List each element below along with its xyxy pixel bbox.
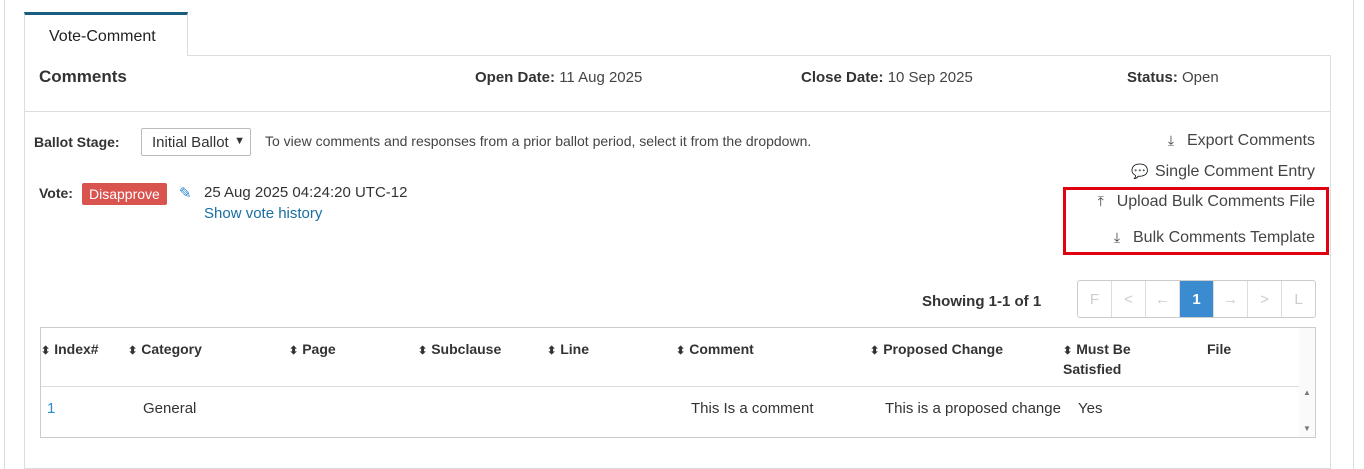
highlight-box bbox=[1063, 187, 1329, 255]
sort-icon: ⬍ bbox=[547, 345, 557, 357]
sort-icon: ⬍ bbox=[289, 345, 299, 357]
comments-table: ⬍ Index# ⬍ Category ⬍ Page ⬍ Subclause ⬍ Line… bbox=[40, 327, 1316, 438]
table-scrollbar[interactable]: ▲ ▼ bbox=[1299, 328, 1315, 437]
table-header: ⬍ Index# ⬍ Category ⬍ Page ⬍ Subclause ⬍ Line… bbox=[41, 328, 1299, 387]
row-category: General bbox=[143, 400, 197, 417]
page-prev-button[interactable]: < bbox=[1112, 281, 1146, 317]
page-first-button[interactable]: F bbox=[1078, 281, 1112, 317]
col-category[interactable]: ⬍ Category bbox=[128, 340, 202, 360]
col-comment[interactable]: ⬍ Comment bbox=[676, 340, 754, 360]
show-vote-history-link[interactable]: Show vote history bbox=[204, 205, 322, 222]
col-must-be-satisfied[interactable]: ⬍ Must Be Satisfied bbox=[1063, 340, 1173, 378]
open-date: Open Date: 11 Aug 2025 bbox=[475, 69, 643, 86]
col-line[interactable]: ⬍ Line bbox=[547, 340, 589, 360]
scroll-down-icon[interactable]: ▼ bbox=[1303, 424, 1311, 433]
page-last-button[interactable]: L bbox=[1282, 281, 1315, 317]
page-title: Comments bbox=[39, 67, 127, 86]
sort-icon: ⬍ bbox=[41, 345, 51, 357]
ballot-stage-value: Initial Ballot bbox=[152, 134, 229, 151]
tab-vote-comment[interactable]: Vote-Comment bbox=[24, 12, 188, 56]
ballot-stage-select[interactable]: Initial Ballot ▼ bbox=[141, 128, 251, 156]
scroll-up-icon[interactable]: ▲ bbox=[1303, 388, 1311, 397]
row-index-link[interactable]: 1 bbox=[47, 400, 55, 417]
tab-label: Vote-Comment bbox=[49, 28, 156, 45]
single-comment-entry-button[interactable]: 💬 Single Comment Entry bbox=[1131, 163, 1315, 181]
comment-icon: 💬 bbox=[1130, 163, 1149, 179]
arrow-right-icon[interactable]: → bbox=[1214, 281, 1248, 317]
chevron-down-icon: ▼ bbox=[234, 135, 245, 147]
col-subclause[interactable]: ⬍ Subclause bbox=[418, 340, 501, 360]
col-page[interactable]: ⬍ Page bbox=[289, 340, 336, 360]
comments-panel: Comments Open Date: 11 Aug 2025 Close Da… bbox=[24, 55, 1331, 469]
sort-icon: ⬍ bbox=[128, 345, 138, 357]
col-index[interactable]: ⬍ Index# bbox=[41, 340, 99, 360]
sort-icon: ⬍ bbox=[418, 345, 428, 357]
status: Status: Open bbox=[1127, 69, 1219, 86]
download-icon: ⤓ bbox=[1167, 132, 1175, 148]
row-must-be-satisfied: Yes bbox=[1078, 400, 1103, 417]
close-date: Close Date: 10 Sep 2025 bbox=[801, 69, 973, 86]
sort-icon: ⬍ bbox=[1063, 345, 1073, 357]
col-file: File bbox=[1207, 341, 1232, 357]
vote-status-badge: Disapprove bbox=[82, 183, 167, 205]
vote-label: Vote: bbox=[39, 185, 73, 201]
sort-icon: ⬍ bbox=[870, 345, 880, 357]
arrow-left-icon[interactable]: ← bbox=[1146, 281, 1180, 317]
row-comment: This Is a comment bbox=[691, 400, 814, 417]
pencil-icon[interactable]: ✎ bbox=[179, 184, 192, 202]
panel-header: Comments Open Date: 11 Aug 2025 Close Da… bbox=[25, 56, 1330, 112]
sort-icon: ⬍ bbox=[676, 345, 686, 357]
page-current-button[interactable]: 1 bbox=[1180, 281, 1214, 317]
ballot-stage-label: Ballot Stage: bbox=[34, 134, 120, 150]
row-proposed-change: This is a proposed change bbox=[885, 400, 1061, 417]
pagination-summary: Showing 1-1 of 1 bbox=[922, 293, 1042, 310]
vote-timestamp: 25 Aug 2025 04:24:20 UTC-12 bbox=[204, 184, 408, 201]
ballot-stage-hint: To view comments and responses from a pr… bbox=[265, 133, 812, 149]
page-next-button[interactable]: > bbox=[1248, 281, 1282, 317]
col-proposed-change[interactable]: ⬍ Proposed Change bbox=[870, 340, 1003, 360]
pagination: F < ← 1 → > L bbox=[1077, 280, 1316, 318]
export-comments-button[interactable]: ⤓ Export Comments bbox=[1163, 132, 1315, 150]
